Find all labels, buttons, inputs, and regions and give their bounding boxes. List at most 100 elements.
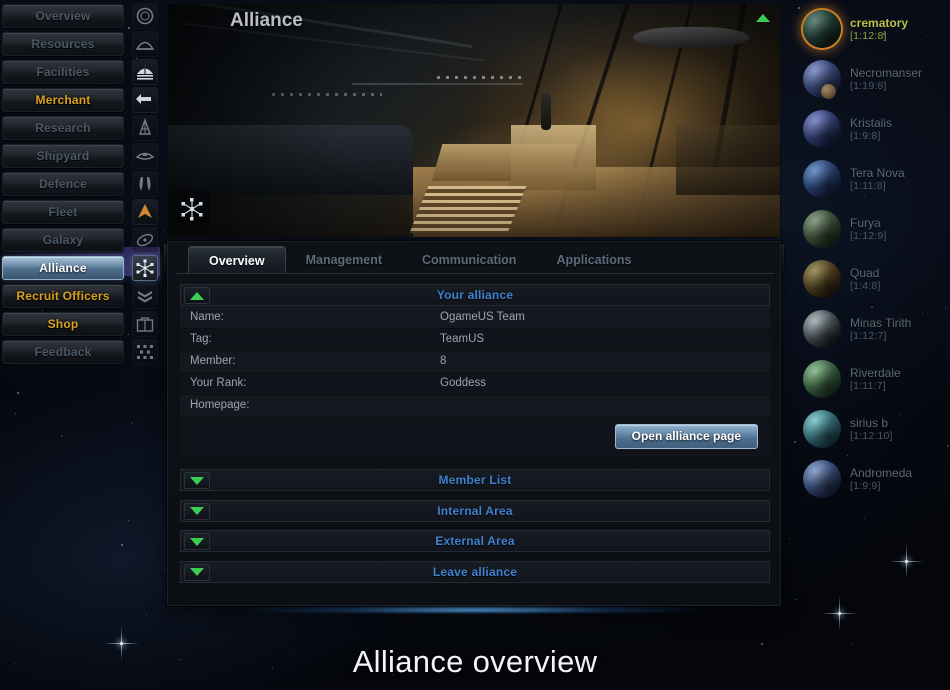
- alliance-info-table: Name: OgameUS Team Tag: TeamUS Member: 8 Your …: [180, 306, 770, 417]
- alliance-icon[interactable]: [132, 255, 158, 281]
- section-header-internal-area[interactable]: Internal Area: [180, 499, 770, 522]
- section-header-your-alliance[interactable]: Your alliance: [180, 284, 770, 306]
- sidebar-item-recruit-officers[interactable]: Recruit Officers: [2, 284, 124, 308]
- sidebar-item-shop[interactable]: Shop: [2, 312, 124, 336]
- tab-divider: [176, 273, 774, 274]
- defence-icon[interactable]: [132, 171, 158, 197]
- planet-text: crematory [1:12:8]: [850, 16, 908, 43]
- shop-icon[interactable]: [132, 311, 158, 337]
- triangle-down-icon[interactable]: [184, 563, 210, 581]
- sidebar-item-feedback[interactable]: Feedback: [2, 340, 124, 364]
- planet-name: Furya: [850, 215, 881, 230]
- info-value: Goddess: [430, 372, 770, 395]
- planet-text: sirius b [1:12:10]: [850, 416, 893, 443]
- planet-icon[interactable]: [803, 310, 841, 348]
- triangle-up-icon[interactable]: [184, 287, 210, 304]
- sidebar-row-research: Research: [0, 114, 160, 142]
- planet-coordinates: [1:11:7]: [850, 379, 886, 392]
- planet-icon[interactable]: [803, 460, 841, 498]
- table-row: Tag: TeamUS: [180, 328, 770, 351]
- info-key: Member:: [180, 350, 430, 373]
- tab-bar: Overview Management Communication Applicati…: [188, 245, 651, 274]
- planet-icon[interactable]: [803, 360, 841, 398]
- resources-icon[interactable]: [132, 31, 158, 57]
- tab-management[interactable]: Management: [286, 246, 402, 274]
- planet-icon[interactable]: [803, 210, 841, 248]
- main-menu: Overview Resources Facilities Merchant Resea…: [0, 0, 160, 366]
- tab-communication[interactable]: Communication: [402, 246, 536, 274]
- triangle-up-icon[interactable]: [756, 14, 770, 22]
- alliance-banner: Alliance: [167, 3, 781, 238]
- info-key: Your Rank:: [180, 372, 430, 395]
- sidebar-item-facilities[interactable]: Facilities: [2, 60, 124, 84]
- sidebar-item-overview[interactable]: Overview: [2, 4, 124, 28]
- officers-icon[interactable]: [132, 283, 158, 309]
- sidebar-item-research[interactable]: Research: [2, 116, 124, 140]
- planet-item[interactable]: Furya [1:12:9]: [795, 204, 950, 254]
- planet-icon[interactable]: [803, 160, 841, 198]
- shipyard-icon[interactable]: [132, 143, 158, 169]
- tab-overview[interactable]: Overview: [188, 246, 286, 274]
- open-alliance-page-button[interactable]: Open alliance page: [614, 423, 758, 449]
- fleet-icon[interactable]: [132, 199, 158, 225]
- planet-coordinates: [1:12:9]: [850, 229, 887, 242]
- table-row: Member: 8: [180, 350, 770, 373]
- info-value: [430, 394, 770, 417]
- planet-text: Minas Tirith [1:12:7]: [850, 316, 911, 343]
- planet-item[interactable]: sirius b [1:12:10]: [795, 404, 950, 454]
- planet-text: Kristalis [1:9:8]: [850, 116, 892, 143]
- moon-icon[interactable]: [821, 84, 836, 99]
- sidebar-item-alliance[interactable]: Alliance: [2, 256, 124, 280]
- table-row: Name: OgameUS Team: [180, 306, 770, 329]
- facilities-icon[interactable]: [132, 59, 158, 85]
- sidebar-item-galaxy[interactable]: Galaxy: [2, 228, 124, 252]
- triangle-down-icon[interactable]: [184, 533, 210, 550]
- research-icon[interactable]: [132, 115, 158, 141]
- planet-item[interactable]: Minas Tirith [1:12:7]: [795, 304, 950, 354]
- sidebar-item-merchant[interactable]: Merchant: [2, 88, 124, 112]
- planet-text: Tera Nova [1:11:8]: [850, 166, 905, 193]
- sidebar-item-resources[interactable]: Resources: [2, 32, 124, 56]
- planet-item[interactable]: Tera Nova [1:11:8]: [795, 154, 950, 204]
- sidebar-row-galaxy: Galaxy: [0, 226, 160, 254]
- planet-item[interactable]: Andromeda [1:9:9]: [795, 454, 950, 504]
- merchant-icon[interactable]: [132, 87, 158, 113]
- sidebar-row-shipyard: Shipyard: [0, 142, 160, 170]
- tab-applications[interactable]: Applications: [536, 246, 651, 274]
- planet-item[interactable]: Riverdale [1:11:7]: [795, 354, 950, 404]
- button-row: Open alliance page: [180, 416, 770, 457]
- alliance-network-icon[interactable]: [174, 191, 210, 227]
- triangle-down-icon[interactable]: [184, 502, 210, 520]
- planet-item[interactable]: Quad [1:4:8]: [795, 254, 950, 304]
- planet-name: Andromeda: [850, 465, 913, 480]
- planet-item[interactable]: Necromanser [1:19:8]: [795, 54, 950, 104]
- planet-name: Kristalis: [850, 115, 893, 130]
- section-header-member-list[interactable]: Member List: [180, 469, 770, 491]
- planet-text: Andromeda [1:9:9]: [850, 466, 912, 493]
- feedback-icon[interactable]: [132, 339, 158, 365]
- planet-coordinates: [1:19:8]: [850, 79, 887, 92]
- section-header-leave-alliance[interactable]: Leave alliance: [180, 560, 770, 583]
- planet-icon[interactable]: [803, 10, 841, 48]
- planet-icon[interactable]: [803, 110, 841, 148]
- overview-icon[interactable]: [132, 3, 158, 29]
- sidebar-item-fleet[interactable]: Fleet: [2, 200, 124, 224]
- info-value: TeamUS: [430, 328, 770, 351]
- sidebar-row-merchant: Merchant: [0, 86, 160, 114]
- info-value: OgameUS Team: [430, 306, 770, 329]
- planet-icon[interactable]: [803, 410, 841, 448]
- sidebar-item-shipyard[interactable]: Shipyard: [2, 144, 124, 168]
- planet-icon[interactable]: [803, 260, 841, 298]
- section-your-alliance: Your alliance Name: OgameUS Team Tag: TeamU…: [180, 284, 770, 457]
- planet-item[interactable]: crematory [1:12:8]: [795, 4, 950, 54]
- triangle-down-icon[interactable]: [184, 472, 210, 489]
- planet-item[interactable]: Kristalis [1:9:8]: [795, 104, 950, 154]
- planet-name: crematory: [850, 15, 909, 30]
- game-screen: Overview Resources Facilities Merchant Resea…: [0, 0, 950, 690]
- galaxy-icon[interactable]: [132, 227, 158, 253]
- page-title: Alliance: [230, 10, 303, 31]
- sidebar-item-defence[interactable]: Defence: [2, 172, 124, 196]
- section-header-external-area[interactable]: External Area: [180, 530, 770, 552]
- planet-coordinates: [1:9:8]: [850, 129, 881, 142]
- caption-text: Alliance overview: [352, 644, 598, 679]
